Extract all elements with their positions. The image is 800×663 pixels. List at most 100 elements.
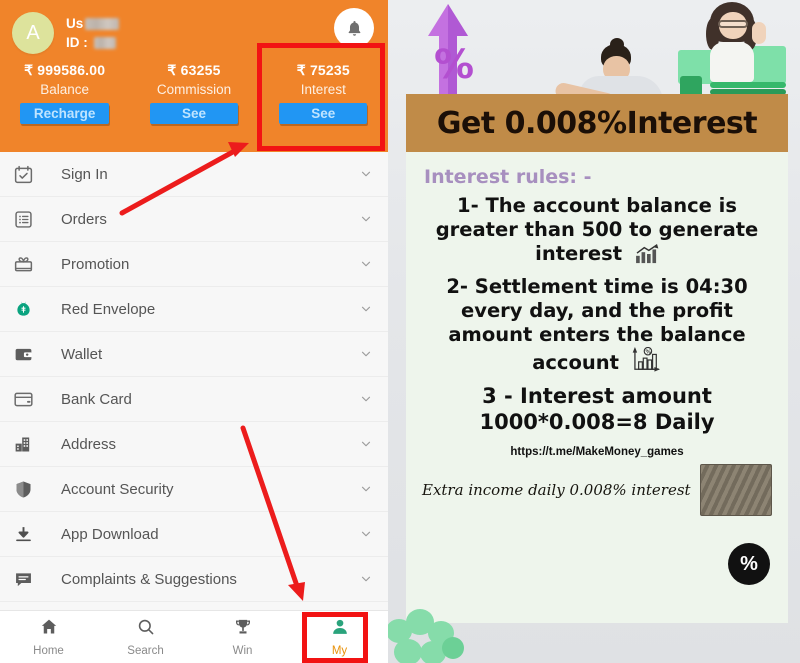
- download-icon: [13, 524, 43, 545]
- stat-balance: ₹ 999586.00 Balance Recharge: [0, 62, 129, 124]
- balance-label: Balance: [40, 82, 90, 97]
- menu-label: Wallet: [61, 345, 103, 363]
- user-id-redaction: [93, 36, 116, 49]
- tab-home[interactable]: Home: [0, 611, 97, 663]
- search-icon: [136, 617, 156, 642]
- notification-button[interactable]: [334, 8, 374, 48]
- tab-my[interactable]: My: [291, 611, 388, 663]
- chevron-down-icon: [358, 167, 374, 181]
- username-line: Us: [66, 14, 120, 33]
- menu-label: Account Security: [61, 480, 174, 498]
- plant-graphic: [388, 597, 470, 663]
- percent-seal-badge: %: [728, 543, 770, 585]
- percent-bar-chart-icon: %: [632, 346, 660, 372]
- promo-telegram-url[interactable]: https://t.me/MakeMoney_games: [418, 446, 776, 458]
- mobile-app-pane: A Us ID : ₹ 999586.00 Balance Recharge ₹…: [0, 0, 388, 663]
- svg-text:%: %: [645, 349, 651, 355]
- person-icon: [330, 617, 350, 642]
- promo-rule-1-text: 1- The account balance is greater than 5…: [435, 194, 759, 265]
- avatar[interactable]: A: [12, 12, 54, 54]
- credit-card-icon: [13, 389, 43, 410]
- screenshot-root: A Us ID : ₹ 999586.00 Balance Recharge ₹…: [0, 0, 800, 663]
- promo-image-pane: % Get 0.008%Interest Interest rules: - 1…: [388, 0, 800, 663]
- chevron-down-icon: [358, 257, 374, 271]
- home-icon: [39, 617, 59, 642]
- menu-item-sign-in[interactable]: Sign In: [0, 152, 388, 197]
- purple-percent-arrow-icon: %: [428, 4, 474, 96]
- interest-amount: ₹ 75235: [296, 62, 350, 78]
- user-id-line: ID :: [66, 33, 119, 52]
- menu-label: Sign In: [61, 165, 108, 183]
- bottom-tab-bar: Home Search Win My: [0, 610, 388, 663]
- bell-icon: [348, 20, 360, 36]
- tab-label: My: [331, 645, 348, 657]
- calendar-check-icon: [13, 164, 43, 185]
- chevron-down-icon: [358, 482, 374, 496]
- shield-icon: [13, 479, 43, 500]
- chevron-down-icon: [358, 392, 374, 406]
- menu-item-orders[interactable]: Orders: [0, 197, 388, 242]
- menu-label: Orders: [61, 210, 107, 228]
- account-header: A Us ID : ₹ 999586.00 Balance Recharge ₹…: [0, 0, 388, 152]
- chevron-down-icon: [358, 572, 374, 586]
- trophy-icon: [233, 617, 253, 642]
- tab-search[interactable]: Search: [97, 611, 194, 663]
- promo-rules-heading: Interest rules: -: [424, 166, 592, 188]
- account-identity: A Us ID :: [12, 10, 376, 54]
- interest-label: Interest: [300, 82, 346, 97]
- chevron-down-icon: [358, 302, 374, 316]
- wallet-icon: [13, 344, 43, 365]
- list-box-icon: [13, 209, 43, 230]
- commission-see-button[interactable]: See: [149, 103, 238, 124]
- stat-commission: ₹ 63255 Commission See: [129, 62, 258, 124]
- account-text: Us ID :: [66, 10, 120, 52]
- tab-win[interactable]: Win: [194, 611, 291, 663]
- menu-item-app-download[interactable]: App Download: [0, 512, 388, 557]
- promo-rule-2-text: 2- Settlement time is 04:30 every day, a…: [446, 275, 748, 374]
- account-menu-list: Sign In Orders Promotion Red Envelope Wa…: [0, 152, 388, 610]
- menu-label: Bank Card: [61, 390, 132, 408]
- promo-rule-3: 3 - Interest amount 1000*0.008=8 Daily: [479, 384, 715, 435]
- menu-label: Complaints & Suggestions: [61, 570, 237, 588]
- gift-icon: [13, 254, 43, 275]
- user-id-label: ID :: [66, 35, 88, 50]
- balance-amount: ₹ 999586.00: [24, 62, 106, 78]
- menu-label: Address: [61, 435, 117, 453]
- chevron-down-icon: [358, 437, 374, 451]
- tab-label: Win: [232, 645, 253, 657]
- bar-chart-up-icon: [635, 243, 659, 263]
- building-icon: [13, 434, 43, 455]
- account-stats: ₹ 999586.00 Balance Recharge ₹ 63255 Com…: [0, 62, 388, 124]
- menu-item-complaints-suggestions[interactable]: Complaints & Suggestions: [0, 557, 388, 602]
- stat-interest: ₹ 75235 Interest See: [259, 62, 388, 124]
- menu-item-bank-card[interactable]: Bank Card: [0, 377, 388, 422]
- recharge-button[interactable]: Recharge: [19, 103, 110, 124]
- username-prefix: Us: [66, 16, 84, 31]
- chevron-down-icon: [358, 347, 374, 361]
- commission-label: Commission: [156, 82, 232, 97]
- chevron-down-icon: [358, 212, 374, 226]
- tab-label: Search: [127, 645, 164, 657]
- menu-label: App Download: [61, 525, 159, 543]
- menu-label: Promotion: [61, 255, 130, 273]
- menu-item-promotion[interactable]: Promotion: [0, 242, 388, 287]
- tab-label: Home: [33, 645, 64, 657]
- menu-label: Red Envelope: [61, 300, 156, 318]
- menu-item-account-security[interactable]: Account Security: [0, 467, 388, 512]
- commission-amount: ₹ 63255: [167, 62, 221, 78]
- promo-footer: Extra income daily 0.008% interest: [418, 463, 776, 516]
- promo-rule-2: 2- Settlement time is 04:30 every day, a…: [418, 275, 776, 374]
- interest-see-button[interactable]: See: [279, 103, 368, 124]
- promo-rule-1: 1- The account balance is greater than 5…: [418, 194, 776, 265]
- promo-title: Get 0.008%Interest: [436, 105, 758, 141]
- money-photo: [700, 463, 772, 516]
- chevron-down-icon: [358, 527, 374, 541]
- money-person-graphic: [674, 0, 794, 104]
- svg-text:%: %: [434, 42, 474, 88]
- chat-bubble-icon: [13, 569, 43, 590]
- menu-item-wallet[interactable]: Wallet: [0, 332, 388, 377]
- menu-item-address[interactable]: Address: [0, 422, 388, 467]
- username-redaction: [85, 17, 120, 30]
- promo-footer-text: Extra income daily 0.008% interest: [422, 480, 691, 499]
- menu-item-red-envelope[interactable]: Red Envelope: [0, 287, 388, 332]
